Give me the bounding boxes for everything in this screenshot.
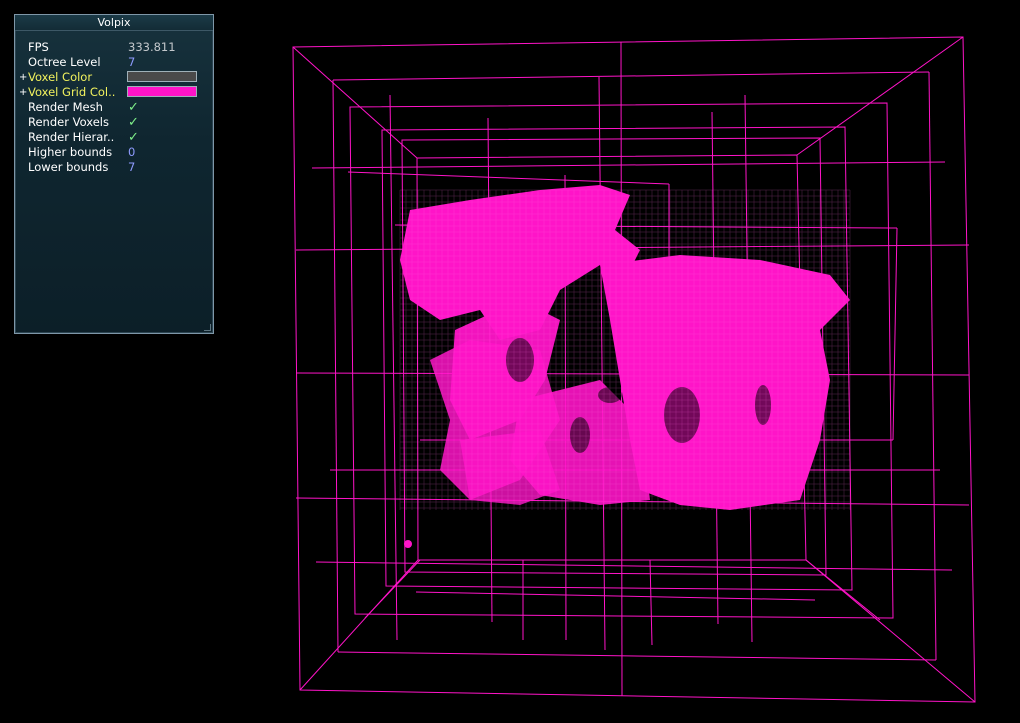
row-label: Higher bounds <box>28 145 113 159</box>
panel-body: FPS 333.811 Octree Level 7 + Voxel Color + Voxe… <box>15 31 213 175</box>
checkmark-icon[interactable]: ✓ <box>128 130 139 145</box>
panel-title[interactable]: Volpix <box>15 15 213 31</box>
checkmark-icon[interactable]: ✓ <box>128 115 139 130</box>
color-swatch[interactable] <box>127 71 197 82</box>
row-label: Render Voxels <box>28 115 109 129</box>
row-label: Voxel Color <box>28 70 93 84</box>
panel-row-render-voxels[interactable]: Render Voxels ✓ <box>15 115 213 130</box>
row-label: Render Hierar.. <box>28 130 115 144</box>
panel-row-fps[interactable]: FPS 333.811 <box>15 40 213 55</box>
row-value[interactable]: 0 <box>128 145 135 160</box>
row-label: Render Mesh <box>28 100 103 114</box>
row-value[interactable]: 333.811 <box>128 40 176 55</box>
panel-row-render-hierar[interactable]: Render Hierar.. ✓ <box>15 130 213 145</box>
panel-resize-handle[interactable] <box>204 324 211 331</box>
panel-row-voxel-grid-col[interactable]: + Voxel Grid Col.. <box>15 85 213 100</box>
row-label: FPS <box>28 40 49 54</box>
row-label: Lower bounds <box>28 160 109 174</box>
checkmark-icon[interactable]: ✓ <box>128 100 139 115</box>
row-label: Voxel Grid Col.. <box>28 85 116 99</box>
voxel-dragon <box>400 185 850 510</box>
expand-plus-icon[interactable]: + <box>19 70 27 85</box>
row-value[interactable]: 7 <box>128 55 135 70</box>
color-swatch[interactable] <box>127 86 197 97</box>
tweak-panel[interactable]: Volpix FPS 333.811 Octree Level 7 + Voxel Col… <box>14 14 214 334</box>
expand-plus-icon[interactable]: + <box>19 85 27 100</box>
panel-row-higher-bounds[interactable]: Higher bounds 0 <box>15 145 213 160</box>
panel-row-octree-level[interactable]: Octree Level 7 <box>15 55 213 70</box>
cursor-dot-icon <box>404 540 412 548</box>
panel-row-render-mesh[interactable]: Render Mesh ✓ <box>15 100 213 115</box>
row-value[interactable]: 7 <box>128 160 135 175</box>
panel-row-voxel-color[interactable]: + Voxel Color <box>15 70 213 85</box>
row-label: Octree Level <box>28 55 101 69</box>
panel-row-lower-bounds[interactable]: Lower bounds 7 <box>15 160 213 175</box>
